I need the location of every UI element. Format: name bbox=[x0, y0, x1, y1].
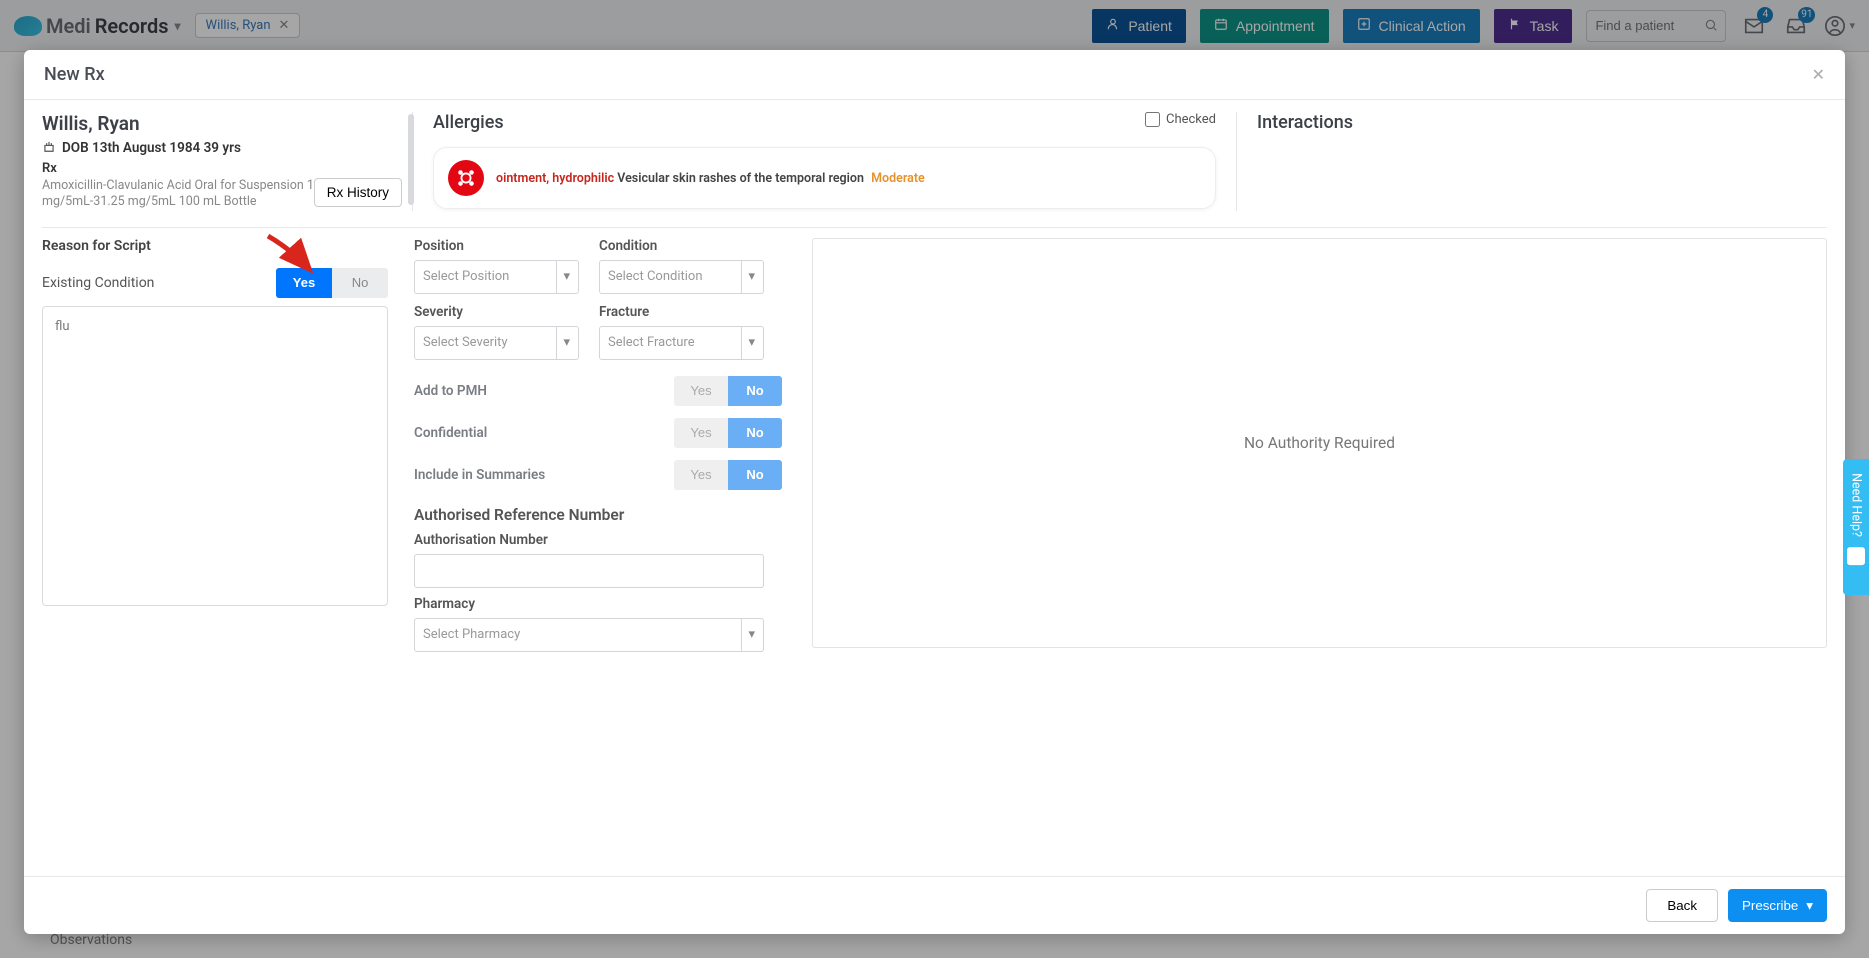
condition-field: Condition Select Condition ▾ bbox=[599, 238, 764, 294]
confidential-no-button[interactable]: No bbox=[728, 418, 782, 448]
rx-label: Rx bbox=[42, 161, 398, 176]
form-column: Position Select Position ▾ Condition Sel… bbox=[412, 238, 792, 648]
fracture-field: Fracture Select Fracture ▾ bbox=[599, 304, 764, 360]
patient-dob: DOB 13th August 1984 39 yrs bbox=[42, 139, 398, 157]
allergy-card[interactable]: ointment, hydrophilic Vesicular skin ras… bbox=[433, 147, 1216, 209]
position-select[interactable]: Select Position ▾ bbox=[414, 260, 579, 294]
lower-row: Reason for Script Existing Condition Yes… bbox=[24, 228, 1845, 648]
chevron-down-icon: ▾ bbox=[1806, 898, 1813, 914]
confidential-row: Confidential Yes No bbox=[414, 412, 782, 454]
rx-history-button[interactable]: Rx History bbox=[314, 178, 402, 207]
interactions-panel: Interactions bbox=[1237, 112, 1827, 211]
reason-column: Reason for Script Existing Condition Yes… bbox=[42, 238, 412, 648]
allergies-checked[interactable]: Checked bbox=[1145, 112, 1216, 127]
modal-close-icon[interactable]: ✕ bbox=[1812, 65, 1825, 84]
modal-title: New Rx bbox=[44, 64, 105, 85]
existing-condition-toggle: Yes No bbox=[276, 268, 388, 298]
chevron-down-icon: ▾ bbox=[741, 261, 755, 293]
severity-select[interactable]: Select Severity ▾ bbox=[414, 326, 579, 360]
include-summaries-row: Include in Summaries Yes No bbox=[414, 454, 782, 496]
authnum-field: Authorisation Number bbox=[414, 532, 764, 588]
upper-panels: Willis, Ryan DOB 13th August 1984 39 yrs… bbox=[24, 100, 1845, 211]
back-button[interactable]: Back bbox=[1646, 889, 1718, 922]
position-field: Position Select Position ▾ bbox=[414, 238, 579, 294]
scrollbar[interactable] bbox=[408, 114, 414, 205]
reason-heading: Reason for Script bbox=[42, 238, 388, 254]
rx-description: Amoxicillin-Clavulanic Acid Oral for Sus… bbox=[42, 178, 352, 211]
authnum-input[interactable] bbox=[414, 554, 764, 588]
chevron-down-icon: ▾ bbox=[741, 619, 755, 651]
interactions-heading: Interactions bbox=[1257, 112, 1353, 133]
pharmacy-select[interactable]: Select Pharmacy ▾ bbox=[414, 618, 764, 652]
prescribe-button[interactable]: Prescribe ▾ bbox=[1728, 889, 1827, 922]
existing-yes-button[interactable]: Yes bbox=[276, 268, 332, 298]
cake-icon bbox=[42, 139, 56, 157]
patient-name: Willis, Ryan bbox=[42, 112, 398, 135]
allergies-heading: Allergies bbox=[433, 112, 504, 133]
modal-footer: Back Prescribe ▾ bbox=[24, 876, 1845, 934]
chat-icon bbox=[1847, 547, 1865, 565]
summaries-yes-button[interactable]: Yes bbox=[674, 460, 728, 490]
patient-summary-panel: Willis, Ryan DOB 13th August 1984 39 yrs… bbox=[42, 112, 412, 211]
pharmacy-field: Pharmacy Select Pharmacy ▾ bbox=[414, 596, 764, 652]
allergy-text: ointment, hydrophilic Vesicular skin ras… bbox=[496, 171, 925, 186]
confidential-yes-button[interactable]: Yes bbox=[674, 418, 728, 448]
existing-condition-row: Existing Condition Yes No bbox=[42, 268, 388, 298]
new-rx-modal: New Rx ✕ Willis, Ryan DOB 13th August 19… bbox=[24, 50, 1845, 934]
allergies-panel: Allergies Checked ointment, hydrophilic … bbox=[412, 112, 1237, 211]
authority-panel: No Authority Required bbox=[812, 238, 1827, 648]
summaries-no-button[interactable]: No bbox=[728, 460, 782, 490]
allergy-warning-icon bbox=[448, 160, 484, 196]
existing-no-button[interactable]: No bbox=[332, 268, 388, 298]
chevron-down-icon: ▾ bbox=[741, 327, 755, 359]
condition-select[interactable]: Select Condition ▾ bbox=[599, 260, 764, 294]
chevron-down-icon: ▾ bbox=[556, 327, 570, 359]
severity-field: Severity Select Severity ▾ bbox=[414, 304, 579, 360]
existing-condition-label: Existing Condition bbox=[42, 275, 154, 291]
pmh-yes-button[interactable]: Yes bbox=[674, 376, 728, 406]
pmh-no-button[interactable]: No bbox=[728, 376, 782, 406]
add-to-pmh-row: Add to PMH Yes No bbox=[414, 370, 782, 412]
chevron-down-icon: ▾ bbox=[556, 261, 570, 293]
checked-checkbox[interactable] bbox=[1145, 112, 1160, 127]
modal-header: New Rx ✕ bbox=[24, 50, 1845, 100]
arn-heading: Authorised Reference Number bbox=[414, 506, 782, 524]
help-tab[interactable]: Need Help? bbox=[1843, 459, 1869, 595]
condition-text-area[interactable]: flu bbox=[42, 306, 388, 606]
fracture-select[interactable]: Select Fracture ▾ bbox=[599, 326, 764, 360]
